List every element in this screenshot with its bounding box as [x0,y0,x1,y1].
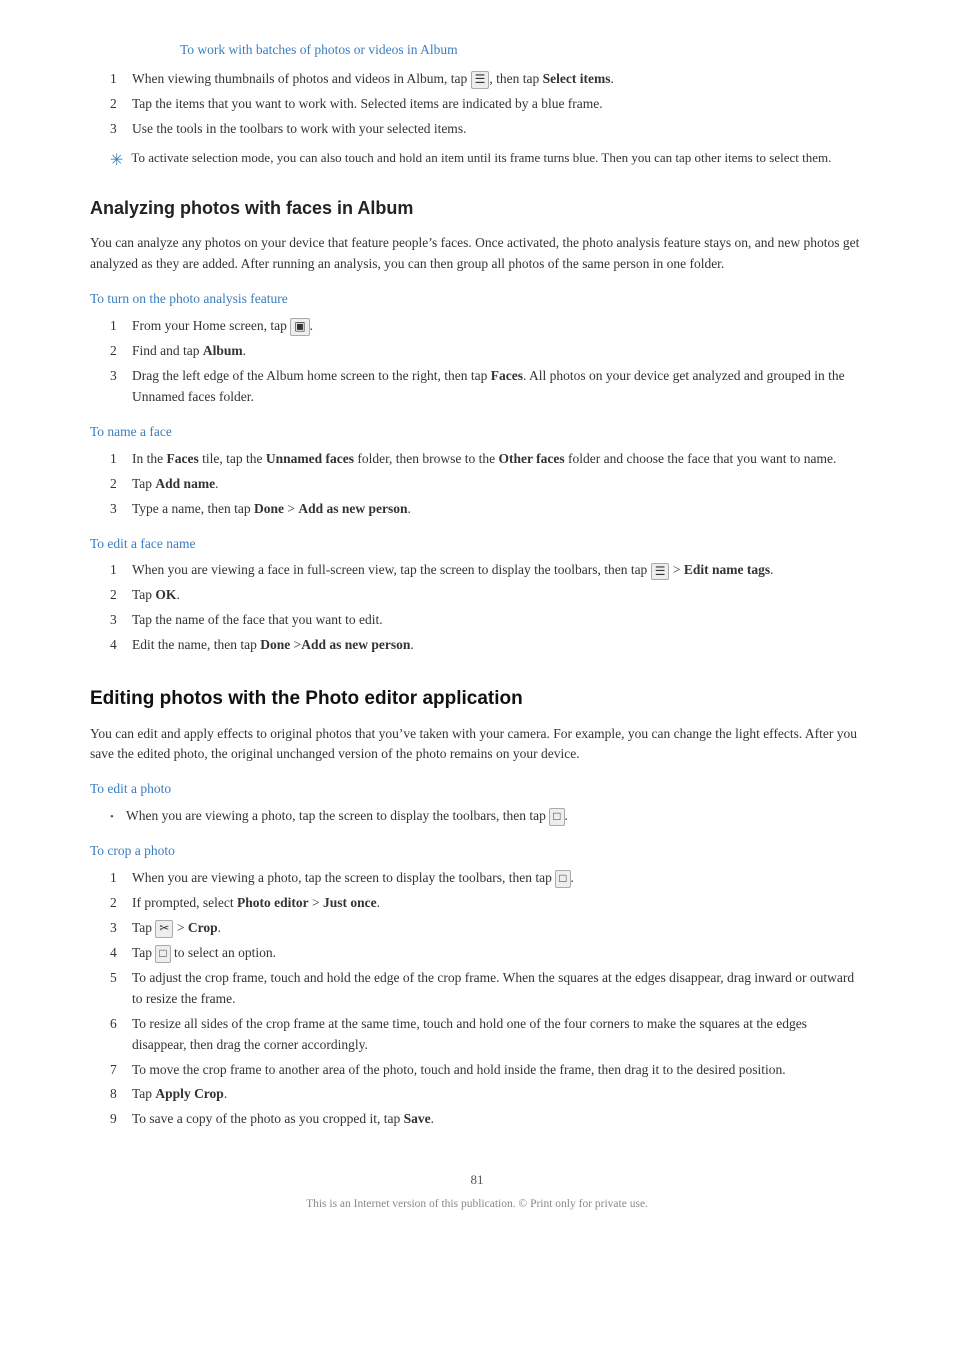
edit-photo-link: To edit a photo [90,779,864,800]
analyzing-section: Analyzing photos with faces in Album You… [90,195,864,656]
page-number: 81 [90,1170,864,1190]
page: To work with batches of photos or videos… [0,0,954,1350]
list-item: 2 Tap Add name. [90,474,864,495]
list-item: 2 Tap OK. [90,585,864,606]
turn-on-steps: 1 From your Home screen, tap ▣. 2 Find a… [90,316,864,408]
crop-photo-link: To crop a photo [90,841,864,862]
list-item: 3 Drag the left edge of the Album home s… [90,366,864,408]
edit-icon: □ [549,808,564,826]
apps-icon: ▣ [290,318,309,336]
edit-icon-2: □ [555,870,570,888]
list-item: 4 Tap □ to select an option. [90,943,864,964]
menu-icon: ☰ [471,71,490,89]
list-item: 1 When you are viewing a face in full-sc… [90,560,864,581]
list-item: 9 To save a copy of the photo as you cro… [90,1109,864,1130]
list-item: 2 If prompted, select Photo editor > Jus… [90,893,864,914]
list-item: 1 From your Home screen, tap ▣. [90,316,864,337]
name-face-steps: 1 In the Faces tile, tap the Unnamed fac… [90,449,864,520]
crop-photo-steps: 1 When you are viewing a photo, tap the … [90,868,864,1130]
list-item: 2 Find and tap Album. [90,341,864,362]
name-face-link: To name a face [90,422,864,443]
menu-icon-2: ☰ [651,563,670,581]
list-item: 3 Use the tools in the toolbars to work … [90,119,864,140]
list-item: 3 Type a name, then tap Done > Add as ne… [90,499,864,520]
list-item: 2 Tap the items that you want to work wi… [90,94,864,115]
list-item: 1 When viewing thumbnails of photos and … [90,69,864,90]
album-batch-link: To work with batches of photos or videos… [90,40,864,61]
list-item: 1 When you are viewing a photo, tap the … [90,868,864,889]
editing-section: Editing photos with the Photo editor app… [90,684,864,1130]
list-item: 5 To adjust the crop frame, touch and ho… [90,968,864,1010]
edit-photo-bullet: • When you are viewing a photo, tap the … [90,806,864,827]
tip-box: ✳ To activate selection mode, you can al… [110,148,864,174]
list-item: 7 To move the crop frame to another area… [90,1060,864,1081]
album-batch-steps: 1 When viewing thumbnails of photos and … [90,69,864,140]
list-item: 3 Tap ✂ > Crop. [90,918,864,939]
analyzing-heading: Analyzing photos with faces in Album [90,195,864,223]
list-item: 4 Edit the name, then tap Done >Add as n… [90,635,864,656]
list-item: 6 To resize all sides of the crop frame … [90,1014,864,1056]
select-icon: □ [155,945,170,963]
editing-heading: Editing photos with the Photo editor app… [90,684,864,713]
turn-on-link: To turn on the photo analysis feature [90,289,864,310]
crop-icon: ✂ [155,920,173,938]
footer-note: This is an Internet version of this publ… [90,1196,864,1214]
list-item: 1 In the Faces tile, tap the Unnamed fac… [90,449,864,470]
tip-text: To activate selection mode, you can also… [131,148,831,168]
analyzing-body: You can analyze any photos on your devic… [90,233,864,275]
list-item: 8 Tap Apply Crop. [90,1084,864,1105]
edit-face-name-steps: 1 When you are viewing a face in full-sc… [90,560,864,656]
editing-body: You can edit and apply effects to origin… [90,724,864,766]
edit-face-name-link: To edit a face name [90,534,864,555]
list-item: 3 Tap the name of the face that you want… [90,610,864,631]
tip-icon: ✳ [110,149,123,174]
bullet-dot: • [110,806,126,827]
